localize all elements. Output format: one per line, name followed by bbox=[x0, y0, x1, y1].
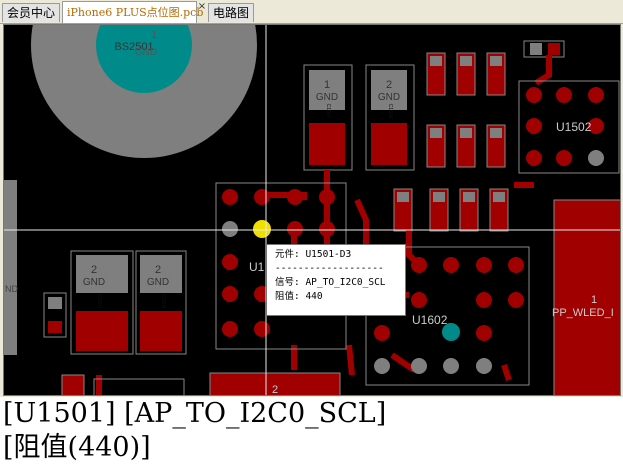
bs2501-pin-label: 1 bbox=[151, 29, 157, 41]
cap-c1603-ref: C1603 bbox=[96, 294, 102, 309]
close-tab-icon[interactable]: × bbox=[197, 2, 207, 12]
cap-c1604-ref: C1604 bbox=[160, 294, 166, 309]
u1602-ref-label: U1602 bbox=[412, 313, 448, 327]
cap-c1604-net: GND bbox=[147, 277, 169, 288]
cap-c1604-pin: 2 bbox=[155, 264, 161, 276]
bs2501-net-label: GND bbox=[135, 47, 157, 58]
tab-member-center[interactable]: 会员中心 bbox=[2, 3, 60, 22]
pad-info-tooltip: 元件: U1501-D3 ------------------- 信号: AP_… bbox=[266, 244, 406, 316]
cap-c1607-pin: 1 bbox=[324, 79, 330, 91]
tab-schematic[interactable]: 电路图 bbox=[208, 3, 254, 22]
u1501-ref-label: U1 bbox=[249, 260, 265, 274]
cap-c1603-pin: 2 bbox=[91, 264, 97, 276]
cap-c1606-pin: 2 bbox=[386, 79, 392, 91]
pp-pin-label: 1 bbox=[591, 294, 597, 306]
status-line-component-signal: [U1501] [AP_TO_I2C0_SCL] bbox=[3, 398, 387, 429]
cap-c1606-ref: C1606 bbox=[387, 104, 393, 119]
left-edge-net-label: ND bbox=[5, 284, 18, 294]
tab-pcb-file[interactable]: iPhone6 PLUS点位图.pcb bbox=[62, 1, 203, 23]
pp-net-label: PP_WLED_I bbox=[552, 307, 614, 319]
u1502-ref-label: U1502 bbox=[556, 120, 592, 134]
left-edge-pad bbox=[4, 180, 17, 355]
tooltip-separator: ------------------- bbox=[275, 263, 384, 274]
status-panel: [U1501] [AP_TO_I2C0_SCL] [阻值(440)] bbox=[0, 397, 623, 467]
tooltip-resistance: 阻值: 440 bbox=[275, 291, 323, 302]
pcb-board-canvas[interactable]: 1 BS2501 GND ND 1 GND C1607 2 GND C1606 … bbox=[3, 24, 621, 396]
tab-bar: 会员中心 iPhone6 PLUS点位图.pcb × 电路图 bbox=[0, 0, 623, 24]
cap-c1607-ref: C1607 bbox=[325, 104, 331, 119]
cap-c1606-net: GND bbox=[378, 92, 400, 103]
cap-c1603-net: GND bbox=[83, 277, 105, 288]
highlighted-pad-d3[interactable] bbox=[253, 220, 271, 238]
bottom-pad-pin-label: 2 bbox=[272, 384, 278, 396]
tooltip-signal: 信号: AP_TO_I2C0_SCL bbox=[275, 277, 386, 288]
cap-c1607-net: GND bbox=[316, 92, 338, 103]
status-line-resistance: [阻值(440)] bbox=[3, 432, 151, 463]
tooltip-component: 元件: U1501-D3 bbox=[275, 249, 352, 260]
